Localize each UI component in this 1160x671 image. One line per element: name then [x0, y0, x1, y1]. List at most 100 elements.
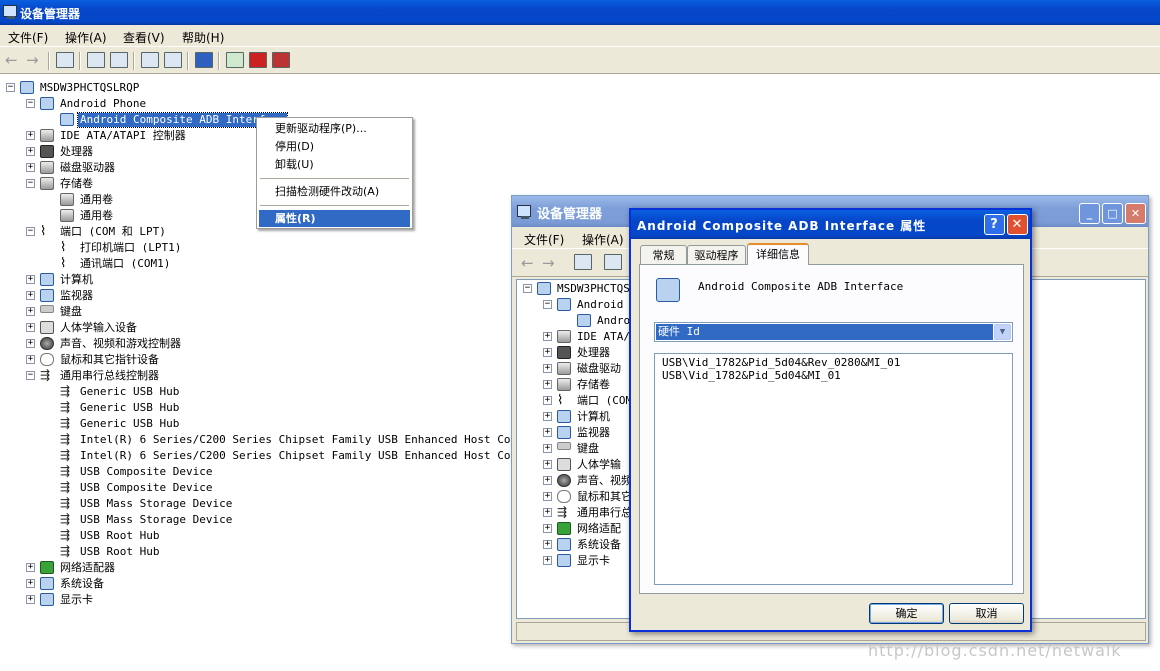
value-list[interactable]: USB\Vid_1782&Pid_5d04&Rev_0280&MI_01 USB… [654, 353, 1013, 585]
expand-icon[interactable]: + [26, 131, 35, 140]
tree-node[interactable]: + 人体学输入设备 [0, 320, 520, 336]
tree-node[interactable]: ⇶ USB Composite Device [0, 464, 520, 480]
tree-node-label[interactable]: USB Composite Device [78, 481, 214, 495]
tree-node[interactable]: − Android Phone [0, 96, 520, 112]
tree-node-label[interactable]: 鼠标和其它指针设备 [58, 353, 161, 367]
tree-node-label[interactable]: 显示卡 [575, 554, 612, 568]
expand-icon[interactable]: + [543, 524, 552, 533]
tree-node-label[interactable]: 键盘 [58, 305, 84, 319]
tree-node[interactable]: + 网络适配器 [0, 560, 520, 576]
tree-node[interactable]: − ⇶ 通用串行总线控制器 [0, 368, 520, 384]
tree-node-label[interactable]: 通用卷 [78, 193, 115, 207]
properties-icon[interactable] [604, 254, 622, 270]
tree-node[interactable]: + 声音、视频和游戏控制器 [0, 336, 520, 352]
value-item[interactable]: USB\Vid_1782&Pid_5d04&Rev_0280&MI_01 [662, 356, 900, 369]
maximize-button[interactable]: □ [1102, 203, 1123, 224]
tree-node[interactable]: ⇶ Generic USB Hub [0, 416, 520, 432]
tree-node-label[interactable]: Intel(R) 6 Series/C200 Series Chipset Fa… [78, 449, 559, 463]
ctx-scan-hardware[interactable]: 扫描检测硬件改动(A) [259, 183, 410, 200]
tree-node-label[interactable]: 系统设备 [58, 577, 106, 591]
tree-node[interactable]: ⇶ Generic USB Hub [0, 384, 520, 400]
tree-node-label[interactable]: 磁盘驱动器 [58, 161, 117, 175]
expand-icon[interactable]: + [543, 396, 552, 405]
tree-node-label[interactable]: USB Mass Storage Device [78, 513, 234, 527]
properties-icon[interactable] [87, 52, 105, 68]
tree-node-label[interactable]: MSDW3PHCTQSLRQP [38, 81, 141, 95]
tree-node-label[interactable]: 监视器 [58, 289, 95, 303]
expand-icon[interactable]: + [543, 428, 552, 437]
expand-icon[interactable]: + [26, 163, 35, 172]
show-hide-tree-icon[interactable] [574, 254, 592, 270]
tree-node-label[interactable]: 磁盘驱动 [575, 362, 623, 376]
uninstall-icon[interactable] [249, 52, 267, 68]
tree-node-label[interactable]: 系统设备 [575, 538, 623, 552]
tab-general[interactable]: 常规 [640, 245, 687, 265]
expand-icon[interactable]: + [543, 364, 552, 373]
ok-button[interactable]: 确定 [869, 603, 944, 624]
update-driver-icon[interactable] [226, 52, 244, 68]
tree-node-label[interactable]: USB Root Hub [78, 529, 161, 543]
disable-icon[interactable] [272, 52, 290, 68]
tree-node[interactable]: ⌇ 打印机端口 (LPT1) [0, 240, 520, 256]
collapse-icon[interactable]: − [6, 83, 15, 92]
value-item[interactable]: USB\Vid_1782&Pid_5d04&MI_01 [662, 369, 841, 382]
tree-node-label[interactable]: 通讯端口 (COM1) [78, 257, 172, 271]
tree-node[interactable]: ⇶ USB Root Hub [0, 544, 520, 560]
collapse-icon[interactable]: − [26, 371, 35, 380]
tree-node[interactable]: ⇶ Intel(R) 6 Series/C200 Series Chipset F… [0, 448, 557, 464]
tab-driver[interactable]: 驱动程序 [687, 245, 746, 265]
tree-node-label[interactable]: Generic USB Hub [78, 385, 181, 399]
tree-node-label[interactable]: 人体学输 [575, 458, 623, 472]
tree-node[interactable]: ⇶ Generic USB Hub [0, 400, 520, 416]
tree-node[interactable]: ⇶ USB Mass Storage Device [0, 496, 520, 512]
tree-node-label[interactable]: Intel(R) 6 Series/C200 Series Chipset Fa… [78, 433, 559, 447]
tree-node[interactable]: + 系统设备 [0, 576, 520, 592]
tab-details[interactable]: 详细信息 [747, 243, 809, 265]
expand-icon[interactable]: + [543, 332, 552, 341]
tree-node-label[interactable]: 端口 (COM 和 LPT) [58, 225, 168, 239]
tree-node[interactable]: ⌇ 通讯端口 (COM1) [0, 256, 520, 272]
expand-icon[interactable]: + [543, 540, 552, 549]
tree-node-label[interactable]: 计算机 [58, 273, 95, 287]
expand-icon[interactable]: + [543, 412, 552, 421]
expand-icon[interactable]: + [26, 323, 35, 332]
expand-icon[interactable]: + [543, 492, 552, 501]
show-hide-action-pane-icon[interactable] [164, 52, 182, 68]
tree-node-label[interactable]: Android Phone [58, 97, 148, 111]
tree-node-label[interactable]: 声音、视频 [575, 474, 634, 488]
tree-node-label[interactable]: 显示卡 [58, 593, 95, 607]
expand-icon[interactable]: + [543, 476, 552, 485]
expand-icon[interactable]: + [26, 307, 35, 316]
tree-node-label[interactable]: 通用串行总 [575, 506, 634, 520]
tree-node[interactable]: − MSDW3PHCTQSLRQP [0, 80, 520, 96]
expand-icon[interactable]: + [26, 579, 35, 588]
tree-node[interactable]: ⇶ USB Root Hub [0, 528, 520, 544]
tree-node[interactable]: + 键盘 [0, 304, 520, 320]
ctx-properties[interactable]: 属性(R) [259, 210, 410, 227]
forward-arrow-icon[interactable]: → [26, 51, 39, 69]
back-arrow-icon[interactable]: ← [521, 254, 534, 272]
tree-node[interactable]: ⇶ Intel(R) 6 Series/C200 Series Chipset F… [0, 432, 557, 448]
tree-node-label[interactable]: Generic USB Hub [78, 401, 181, 415]
expand-icon[interactable]: + [543, 508, 552, 517]
expand-icon[interactable]: + [543, 444, 552, 453]
forward-arrow-icon[interactable]: → [542, 254, 555, 272]
tree-node-label[interactable]: IDE ATA/ATAPI 控制器 [58, 129, 188, 143]
ctx-update-driver[interactable]: 更新驱动程序(P)... [259, 120, 410, 137]
help-icon[interactable] [141, 52, 159, 68]
tree-node-label[interactable]: USB Composite Device [78, 465, 214, 479]
tree-node-label[interactable]: 监视器 [575, 426, 612, 440]
scan-hardware-icon[interactable] [195, 52, 213, 68]
menu-file[interactable]: 文件(F) [524, 231, 564, 248]
collapse-icon[interactable]: − [543, 300, 552, 309]
ctx-disable[interactable]: 停用(D) [259, 138, 410, 155]
tree-node-label[interactable]: 键盘 [575, 442, 601, 456]
tree-node[interactable]: + 监视器 [0, 288, 520, 304]
expand-icon[interactable]: + [543, 460, 552, 469]
tree-node[interactable]: ⇶ USB Mass Storage Device [0, 512, 520, 528]
menu-help[interactable]: 帮助(H) [182, 29, 224, 46]
expand-icon[interactable]: + [543, 348, 552, 357]
expand-icon[interactable]: + [26, 563, 35, 572]
expand-icon[interactable]: + [26, 595, 35, 604]
expand-icon[interactable]: + [26, 275, 35, 284]
